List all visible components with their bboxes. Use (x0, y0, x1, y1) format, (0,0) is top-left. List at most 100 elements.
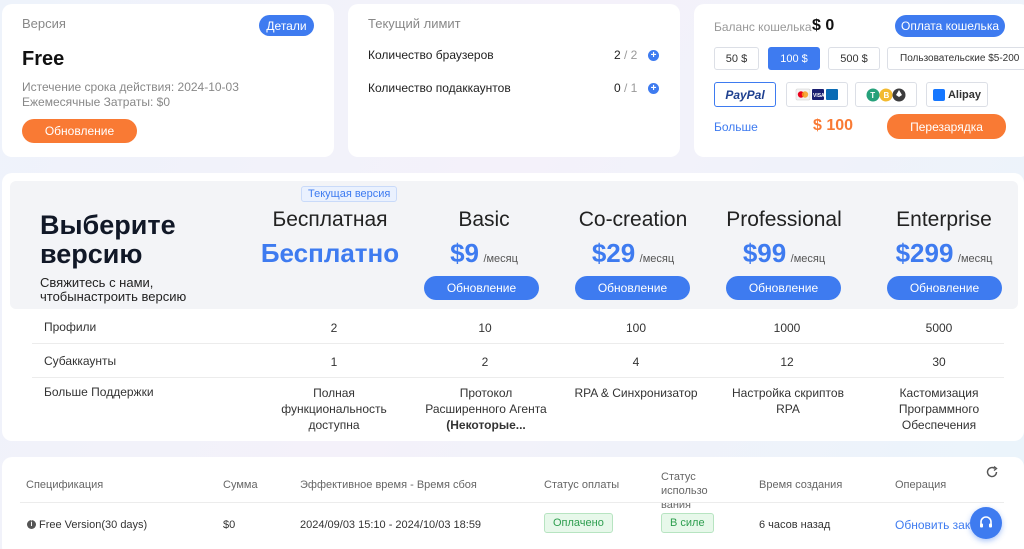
plans-subtitle: Свяжитесь с нами, чтобынастроить версию (40, 275, 187, 304)
details-button[interactable]: Детали (259, 15, 314, 36)
info-icon: i (27, 520, 36, 529)
support-chat-button[interactable] (970, 507, 1002, 539)
wallet-card: Баланс кошелька $ 0 Оплата кошелька 50 $… (694, 4, 1024, 157)
support-basic: Протокол Расширенного Агента (Некоторые.… (422, 385, 550, 433)
table-row: i Free Version(30 days) $0 2024/09/03 15… (2, 507, 1024, 547)
plan-name: Free (22, 48, 65, 70)
paypal-option[interactable]: PayPal (714, 82, 776, 107)
col-period-header: Эффективное время - Время сбоя (300, 479, 477, 491)
cards-icon: VISA (795, 88, 838, 100)
subaccounts-limit-label: Количество подаккаунтов (368, 81, 511, 95)
plan-free-price: Бесплатно (260, 238, 400, 268)
version-label: Версия (22, 16, 66, 31)
alipay-option[interactable]: Alipay (926, 82, 988, 107)
plan-professional-name: Professional (726, 208, 842, 231)
profiles-row-label: Профили (44, 320, 97, 334)
monthly-cost: Ежемесячные Затраты: $0 (22, 95, 171, 109)
plan-basic-upgrade-button[interactable]: Обновление (424, 276, 539, 300)
orders-card: Спецификация Сумма Эффективное время - В… (2, 457, 1024, 549)
subaccounts-enterprise: 30 (932, 355, 946, 369)
row-divider (32, 343, 1004, 344)
amount-500[interactable]: 500 $ (828, 47, 880, 70)
plan-professional: Professional $99 /месяц (714, 208, 854, 269)
amount-50[interactable]: 50 $ (714, 47, 759, 70)
col-payment-header: Статус оплаты (544, 479, 620, 491)
plan-free: Бесплатная Бесплатно (258, 208, 402, 269)
plans-card: Выберите версию Свяжитесь с нами, чтобын… (2, 173, 1024, 441)
subaccounts-limit-total: / 1 (624, 81, 638, 95)
profiles-enterprise: 5000 (925, 321, 953, 335)
upgrade-button[interactable]: Обновление (22, 119, 137, 143)
more-payments-link[interactable]: Больше (714, 120, 758, 134)
browsers-limit-label: Количество браузеров (368, 48, 494, 62)
browsers-limit-used: 2 (614, 48, 621, 62)
amount-100[interactable]: 100 $ (768, 47, 820, 70)
subaccounts-cocreation: 4 (632, 355, 640, 369)
plan-professional-upgrade-button[interactable]: Обновление (726, 276, 841, 300)
wallet-balance: $ 0 (812, 17, 835, 34)
plan-professional-price: $99 (742, 238, 787, 268)
update-order-link[interactable]: Обновить зака (895, 518, 977, 532)
subaccounts-basic: 2 (481, 355, 489, 369)
recharge-button[interactable]: Перезарядка (887, 114, 1006, 139)
payment-status-badge: Оплачено (544, 513, 613, 533)
plan-cocreation-per: /месяц (639, 253, 675, 265)
plan-enterprise: Enterprise $299 /месяц (874, 208, 1014, 269)
crypto-option[interactable]: T B (855, 82, 917, 107)
plan-basic-price: $9 (450, 238, 479, 268)
plan-enterprise-upgrade-button[interactable]: Обновление (887, 276, 1002, 300)
support-free: Полная функциональность доступна (281, 386, 387, 432)
add-subaccounts-icon[interactable]: + (648, 83, 659, 94)
headset-icon (980, 516, 992, 528)
subaccounts-free: 1 (330, 355, 338, 369)
plan-basic-name: Basic (458, 208, 510, 231)
usage-status-badge: В силе (661, 513, 714, 533)
version-card: Версия Детали Free Истечение срока дейст… (2, 4, 334, 157)
plan-basic-per: /месяц (483, 253, 518, 265)
support-basic-bold: (Некоторые... (446, 418, 526, 432)
profiles-free: 2 (330, 321, 338, 335)
order-amount: $0 (223, 519, 236, 531)
plan-professional-per: /месяц (790, 253, 826, 265)
add-browsers-icon[interactable]: + (648, 50, 659, 61)
order-spec: Free Version(30 days) (39, 519, 148, 531)
svg-text:B: B (884, 91, 890, 100)
paypal-logo: PayPal (725, 87, 765, 102)
limit-card: Текущий лимит Количество браузеров 2 / 2… (348, 4, 680, 157)
profiles-basic: 10 (478, 321, 492, 335)
current-version-tag: Текущая версия (301, 186, 398, 202)
svg-text:VISA: VISA (813, 93, 825, 99)
header-divider (20, 502, 1004, 503)
support-professional: Настройка скриптов RPA (732, 386, 844, 416)
alipay-icon (932, 88, 945, 101)
col-usage-header: Статус использо вания (661, 470, 743, 512)
refresh-icon[interactable] (985, 465, 999, 479)
svg-text:T: T (870, 91, 875, 100)
plan-cocreation-price: $29 (591, 238, 636, 268)
plan-enterprise-per: /месяц (957, 253, 993, 265)
support-row-label: Больше Поддержки (44, 385, 154, 399)
wallet-pay-button[interactable]: Оплата кошелька (895, 15, 1005, 37)
order-period: 2024/09/03 15:10 - 2024/10/03 18:59 (300, 519, 482, 531)
support-enterprise: Кастомизация Программного Обеспечения (898, 386, 980, 432)
col-amount-header: Сумма (223, 479, 258, 491)
plan-basic: Basic $9 /месяц (422, 208, 546, 269)
card-option[interactable]: VISA (786, 82, 848, 107)
amount-custom-input[interactable]: Пользовательские $5-200 (887, 47, 1024, 70)
plan-cocreation-upgrade-button[interactable]: Обновление (575, 276, 690, 300)
subaccounts-limit-row: Количество подаккаунтов 0 / 1 + (368, 81, 660, 97)
col-spec-header: Спецификация (26, 479, 104, 491)
profiles-cocreation: 100 (625, 321, 647, 335)
crypto-icon: T B (866, 88, 906, 101)
alipay-label: Alipay (947, 88, 981, 101)
expiry-date: Истечение срока действия: 2024-10-03 (22, 80, 239, 94)
wallet-label: Баланс кошелька (714, 20, 812, 34)
col-usage-header-line1: Статус использо (661, 471, 708, 497)
col-operation-header: Операция (895, 479, 947, 491)
plan-cocreation: Co-creation $29 /месяц (568, 208, 698, 269)
subaccounts-row-label: Субаккаунты (44, 354, 117, 368)
plan-free-name: Бесплатная (272, 208, 388, 231)
order-created: 6 часов назад (759, 519, 831, 531)
support-cocreation: RPA & Синхронизатор (574, 386, 698, 400)
subaccounts-professional: 12 (780, 355, 794, 369)
